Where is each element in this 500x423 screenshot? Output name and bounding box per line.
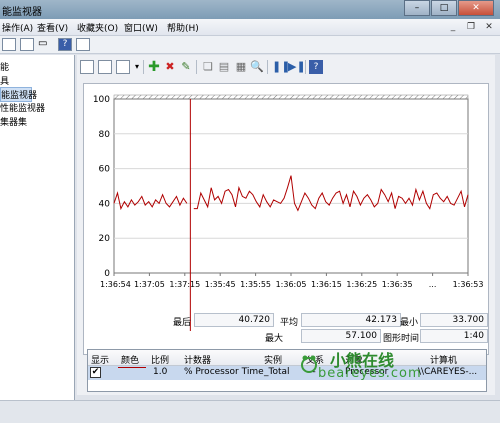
- mdi-close-icon[interactable]: ✕: [482, 21, 496, 33]
- x-tick-label: 1:35:45: [205, 280, 236, 289]
- x-tick-label: 1:36:35: [382, 280, 413, 289]
- last-label: 最后: [172, 318, 191, 328]
- x-tick-label: 1:36:05: [276, 280, 307, 289]
- update-data-icon[interactable]: ▶❚: [288, 60, 306, 74]
- duration-label: 图形时间: [382, 334, 419, 344]
- x-tick-label: 1:36:54: [100, 280, 131, 289]
- mdi-controls: _ ❐ ✕: [446, 21, 496, 33]
- header-color[interactable]: 颜色: [121, 353, 139, 366]
- window-title: 能监视器: [2, 7, 42, 18]
- navigation-tree: 能 具 能监视器 性能监视器 集器集: [0, 55, 75, 400]
- highlight-icon[interactable]: ✎: [179, 60, 193, 74]
- menu-favorites[interactable]: 收藏夹(O): [77, 21, 118, 34]
- title-bar: 能监视器 – □ ✕: [0, 0, 500, 19]
- monitor-panel: ▾ ✚ ✖ ✎ ❏ ▤ ▦ 🔍 ❚❚ ▶❚ ? 100 80 60 40 20 0 1:36…: [77, 55, 495, 395]
- plot-area: [113, 98, 469, 274]
- mdi-restore-icon[interactable]: ❐: [464, 21, 478, 33]
- average-value: 42.173: [301, 313, 401, 327]
- header-counter[interactable]: 计数器: [184, 353, 211, 366]
- x-tick-label: ...: [429, 280, 437, 289]
- y-tick-label: 40: [99, 199, 111, 209]
- properties-icon[interactable]: [20, 38, 34, 51]
- tree-item-performance[interactable]: 能: [0, 60, 9, 73]
- watermark: 小熊在线 beareyes.com: [300, 347, 440, 383]
- change-graph-type-icon[interactable]: [98, 60, 112, 74]
- tree-item-tools[interactable]: 具: [0, 74, 9, 87]
- minimum-value: 33.700: [420, 313, 488, 327]
- menu-help[interactable]: 帮助(H): [167, 21, 199, 34]
- x-tick-label: 1:35:55: [240, 280, 271, 289]
- help-icon[interactable]: ?: [58, 38, 72, 51]
- time-scrollbar-strip: [113, 94, 469, 100]
- duration-value: 1:40: [420, 329, 488, 343]
- maximize-button[interactable]: □: [431, 0, 457, 16]
- monitor-toolbar: ▾ ✚ ✖ ✎ ❏ ▤ ▦ 🔍 ❚❚ ▶❚ ?: [77, 57, 495, 77]
- counter-scale: 1.0: [153, 367, 168, 377]
- counter-color-swatch: [118, 367, 146, 368]
- zoom-icon[interactable]: 🔍: [250, 60, 264, 74]
- help-icon[interactable]: ?: [309, 60, 323, 74]
- graph-type-icon[interactable]: [116, 60, 130, 74]
- delete-counter-icon[interactable]: ✖: [163, 60, 177, 74]
- status-bar: [0, 400, 500, 423]
- x-tick-label: 1:36:25: [346, 280, 377, 289]
- tree-item-performance-monitor[interactable]: 能监视器: [0, 87, 37, 102]
- view-icon[interactable]: [76, 38, 90, 51]
- last-value: 40.720: [194, 313, 274, 327]
- counter-instance: _Total: [264, 367, 290, 377]
- menu-action[interactable]: 操作(A): [2, 21, 33, 34]
- x-tick-label: 1:37:05: [134, 280, 165, 289]
- header-scale[interactable]: 比例: [151, 353, 169, 366]
- mdi-minimize-icon[interactable]: _: [446, 21, 460, 33]
- properties-icon[interactable]: ▦: [234, 60, 248, 74]
- y-tick-label: 0: [104, 269, 110, 279]
- export-icon[interactable]: ▭: [38, 38, 52, 51]
- show-checkbox[interactable]: ✔: [90, 367, 101, 378]
- header-instance[interactable]: 实例: [264, 353, 282, 366]
- window-controls: – □ ✕: [403, 0, 494, 16]
- close-button[interactable]: ✕: [458, 0, 494, 16]
- x-tick-label: 1:36:53: [453, 280, 484, 289]
- dropdown-arrow-icon[interactable]: ▾: [130, 60, 144, 74]
- freeze-display-icon[interactable]: ❚❚: [272, 60, 290, 74]
- x-tick-label: 1:37:15: [169, 280, 200, 289]
- counter-name: % Processor Time: [184, 367, 264, 377]
- maximum-value: 57.100: [301, 329, 381, 343]
- y-tick-label: 60: [99, 165, 111, 175]
- tree-item-data-collector-sets[interactable]: 集器集: [0, 115, 27, 128]
- y-tick-label: 20: [99, 234, 111, 244]
- menu-window[interactable]: 窗口(W): [124, 21, 158, 34]
- y-tick-label: 80: [99, 130, 111, 140]
- paste-counter-icon[interactable]: ▤: [217, 60, 231, 74]
- x-tick-label: 1:36:15: [311, 280, 342, 289]
- bear-logo-icon: [301, 355, 317, 373]
- main-toolbar: ▭ ?: [0, 36, 500, 54]
- maximum-label: 最大: [264, 334, 283, 344]
- y-tick-label: 100: [93, 95, 110, 105]
- menu-view[interactable]: 查看(V): [37, 21, 68, 34]
- view-graph-icon[interactable]: [80, 60, 94, 74]
- minimize-button[interactable]: –: [404, 0, 430, 16]
- menu-bar: 操作(A) 查看(V) 收藏夹(O) 窗口(W) 帮助(H) _ ❐ ✕: [0, 19, 500, 36]
- add-counter-icon[interactable]: ✚: [147, 60, 161, 74]
- tree-item-reliability-monitor[interactable]: 性能监视器: [0, 101, 45, 114]
- show-hide-tree-icon[interactable]: [2, 38, 16, 51]
- minimum-label: 最小: [399, 318, 418, 328]
- average-label: 平均: [279, 318, 298, 328]
- copy-properties-icon[interactable]: ❏: [201, 60, 215, 74]
- watermark-domain: beareyes.com: [318, 366, 422, 381]
- header-show[interactable]: 显示: [91, 353, 109, 366]
